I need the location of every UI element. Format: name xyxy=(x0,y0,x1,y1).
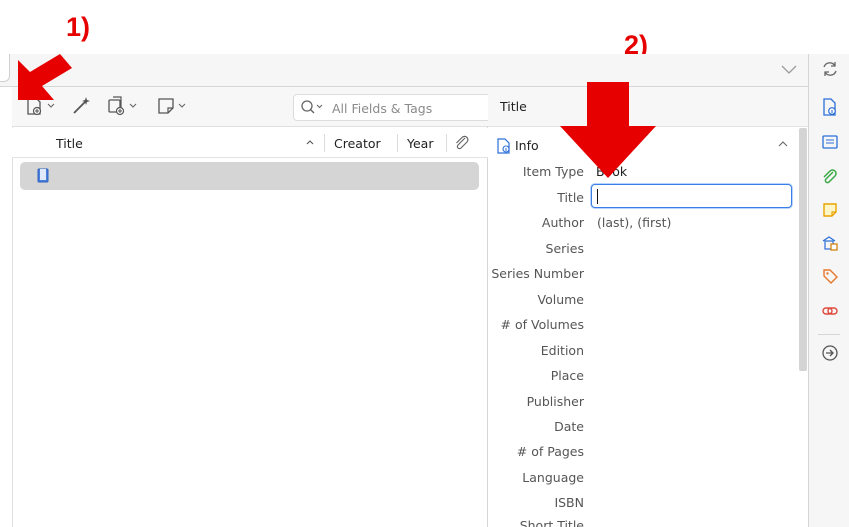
field-label-isbn: ISBN xyxy=(554,495,584,510)
side-nav-divider xyxy=(818,334,840,335)
column-creator[interactable]: Creator xyxy=(334,136,381,151)
attachments-icon[interactable] xyxy=(817,164,843,190)
info-section-title: Info xyxy=(515,138,539,153)
items-table-header: Title Creator Year xyxy=(12,128,488,158)
field-label-publisher: Publisher xyxy=(526,394,584,409)
column-separator[interactable] xyxy=(397,134,398,152)
items-toolbar: All Fields & Tags xyxy=(12,87,491,127)
field-label-volume: Volume xyxy=(537,292,585,307)
item-pane-title: Title xyxy=(500,99,527,114)
attachment-column-icon[interactable] xyxy=(454,135,470,154)
chevron-down-icon xyxy=(177,100,187,114)
table-row[interactable] xyxy=(20,162,479,190)
abstract-icon[interactable] xyxy=(817,129,843,155)
libraries-icon[interactable] xyxy=(817,230,843,256)
column-separator[interactable] xyxy=(324,134,325,152)
field-label-num-pages: # of Pages xyxy=(516,444,584,459)
search-input[interactable]: All Fields & Tags xyxy=(293,94,491,121)
item-pane-scrollbar[interactable] xyxy=(799,128,807,371)
field-value-author[interactable]: (last), (first) xyxy=(597,215,671,230)
locate-icon[interactable] xyxy=(817,340,843,366)
sort-ascending-icon xyxy=(304,136,316,151)
text-caret xyxy=(597,189,598,204)
tags-icon[interactable] xyxy=(817,263,843,289)
field-label-author: Author xyxy=(541,215,584,230)
column-year[interactable]: Year xyxy=(407,136,433,151)
chevron-down-icon xyxy=(128,100,138,114)
chevron-down-icon[interactable] xyxy=(778,58,800,80)
related-icon[interactable] xyxy=(817,298,843,324)
field-label-series: Series xyxy=(545,241,584,256)
attachment-add-icon xyxy=(106,95,128,120)
search-icon[interactable] xyxy=(300,99,326,120)
field-label-short-title: Short Title xyxy=(519,518,584,527)
field-label-num-volumes: # of Volumes xyxy=(500,317,584,332)
field-label-language: Language xyxy=(522,470,584,485)
field-label-edition: Edition xyxy=(540,343,584,358)
column-separator[interactable] xyxy=(446,134,447,152)
chevron-up-icon[interactable] xyxy=(776,137,790,154)
info-icon xyxy=(496,137,512,158)
annotation-step-1: 1) xyxy=(66,12,91,42)
title-input[interactable] xyxy=(591,184,792,208)
tab-edge xyxy=(0,54,10,82)
side-nav xyxy=(808,54,849,527)
field-label-place: Place xyxy=(550,368,584,383)
column-title[interactable]: Title xyxy=(56,136,83,151)
zotero-window: 1) 2) All Fields & Tags Title Creator Ye… xyxy=(0,0,849,527)
new-note-button[interactable] xyxy=(155,95,187,119)
field-label-title: Title xyxy=(557,190,584,205)
new-attachment-button[interactable] xyxy=(106,95,138,119)
info-icon[interactable] xyxy=(817,94,843,120)
top-bar xyxy=(0,54,808,87)
field-label-series-number: Series Number xyxy=(491,266,584,281)
annotation-arrow-1 xyxy=(18,54,72,100)
field-label-date: Date xyxy=(554,419,584,434)
book-icon xyxy=(35,167,51,188)
notes-icon[interactable] xyxy=(817,197,843,223)
search-placeholder: All Fields & Tags xyxy=(332,101,433,116)
annotation-arrow-2 xyxy=(560,82,656,178)
sync-icon[interactable] xyxy=(817,56,843,82)
note-add-icon xyxy=(155,95,177,120)
